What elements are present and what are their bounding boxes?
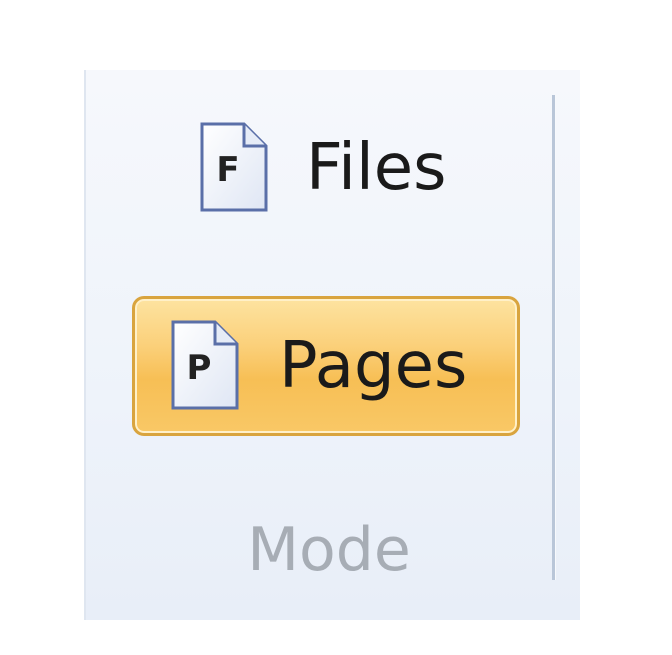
document-p-icon: P [167, 318, 243, 414]
group-label-mode: Mode [247, 515, 411, 585]
group-separator [552, 95, 556, 580]
pages-mode-button[interactable]: P Pages [132, 296, 520, 436]
pages-label: Pages [279, 329, 468, 403]
document-letter: F [216, 150, 240, 190]
files-mode-button[interactable]: F Files [180, 108, 480, 228]
files-label: Files [306, 131, 447, 205]
document-letter: P [186, 348, 212, 388]
document-f-icon: F [196, 120, 272, 216]
